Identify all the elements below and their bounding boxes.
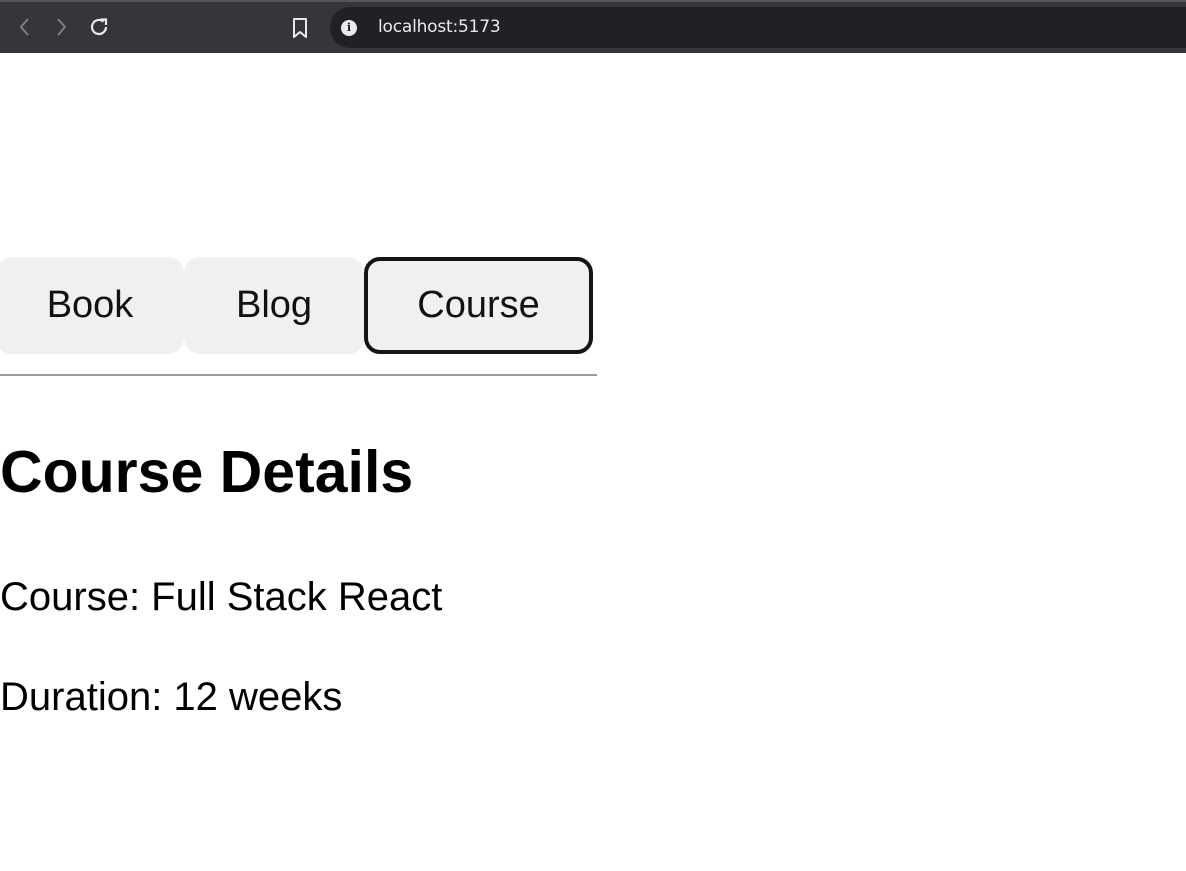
course-duration-text: Duration: 12 weeks [0,675,343,719]
reload-button[interactable] [87,14,111,40]
info-icon[interactable]: i [341,20,357,36]
url-text[interactable]: localhost:5173 [378,17,501,37]
tab-book[interactable]: Book [0,257,184,354]
chevron-left-icon [19,18,29,36]
back-button[interactable] [12,14,36,40]
chevron-right-icon [57,18,67,36]
reload-icon [90,18,108,36]
address-bar[interactable]: i localhost:5173 [330,7,1186,48]
tab-blog[interactable]: Blog [184,257,364,354]
bookmark-button[interactable] [288,15,312,41]
page-title: Course Details [0,439,414,505]
browser-toolbar: i localhost:5173 [0,0,1186,53]
bookmark-icon [293,18,307,38]
divider [0,374,597,376]
tab-bar: Book Blog Course [0,257,593,354]
forward-button[interactable] [50,14,74,40]
tab-course[interactable]: Course [364,257,593,354]
course-name-text: Course: Full Stack React [0,575,443,619]
